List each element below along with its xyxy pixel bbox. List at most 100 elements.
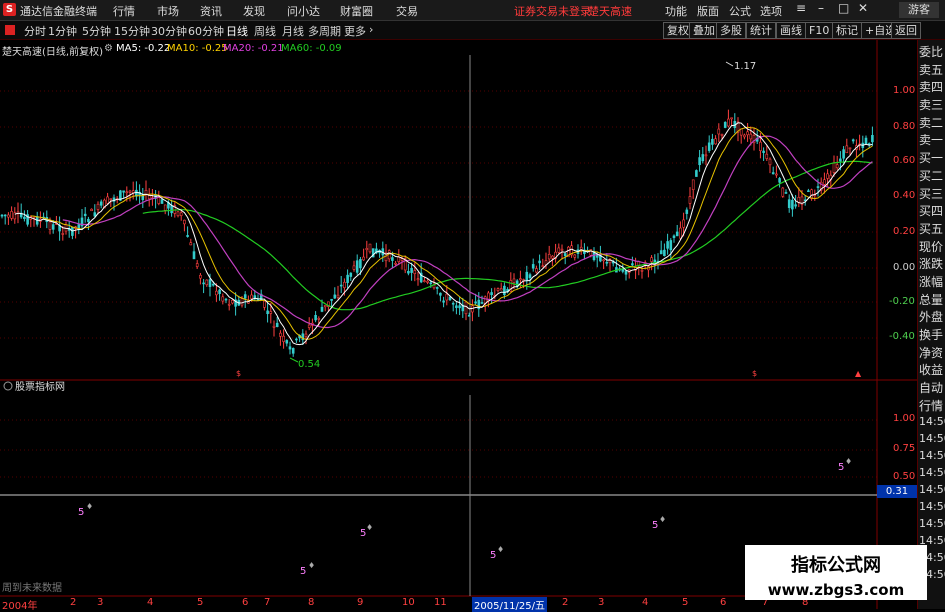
tab-intraday[interactable]: 分时 xyxy=(24,23,46,39)
side-panel-item[interactable]: 自动 xyxy=(919,380,945,398)
side-panel-item: 买一 xyxy=(919,151,944,166)
x-axis-label: 2 xyxy=(562,597,569,608)
menu-item-quotes[interactable]: 行情 xyxy=(113,3,135,19)
x-axis-label: 4 xyxy=(147,597,154,608)
tab-15min[interactable]: 15分钟 xyxy=(114,23,150,39)
side-panel-item: 买二 xyxy=(919,168,944,183)
back-button[interactable]: 返回 xyxy=(891,22,921,39)
mark-button[interactable]: 标记 xyxy=(832,22,862,39)
overlay-button[interactable]: 叠加 xyxy=(689,22,719,39)
side-time-item: 14:50 xyxy=(919,483,945,497)
side-panel-item: 买五 xyxy=(919,221,944,236)
menu-item-news[interactable]: 资讯 xyxy=(200,3,222,19)
maximize-icon[interactable]: □ xyxy=(838,1,849,15)
svg-text:$: $ xyxy=(236,369,241,378)
menu-item-assistant[interactable]: 问小达 xyxy=(287,3,320,19)
app-logo-icon: S xyxy=(3,3,16,16)
layout-toggle-icon[interactable] xyxy=(5,25,15,35)
side-panel-item: 卖二 xyxy=(919,115,944,130)
tab-1min[interactable]: 1分钟 xyxy=(48,23,77,39)
f10-button[interactable]: F10 xyxy=(805,22,834,39)
x-axis-label: 9 xyxy=(357,597,364,608)
side-panel-item: 外盘 xyxy=(919,310,944,325)
indicator-settings-icon[interactable] xyxy=(3,381,13,391)
tab-more[interactable]: 更多 xyxy=(344,23,366,39)
svg-text:♦: ♦ xyxy=(366,523,373,532)
axis-label: 0.80 xyxy=(893,121,916,132)
side-time-item: 14:50 xyxy=(919,415,945,429)
tab-5min[interactable]: 5分钟 xyxy=(82,23,111,39)
menu-item-trade[interactable]: 交易 xyxy=(396,3,418,19)
login-notice[interactable]: 证券交易未登录 xyxy=(514,3,591,19)
tab-30min[interactable]: 30分钟 xyxy=(151,23,187,39)
footer-note: 周到未来数据 xyxy=(2,581,62,594)
multi-stock-button[interactable]: 多股 xyxy=(716,22,746,39)
side-time-item: 14:50 xyxy=(919,432,945,446)
side-panel-item: 净资 xyxy=(919,345,944,360)
svg-text:▲: ▲ xyxy=(855,369,862,378)
axis-label: 0.60 xyxy=(893,155,916,166)
stats-button[interactable]: 统计 xyxy=(746,22,776,39)
low-price-label: 0.54 xyxy=(298,359,320,370)
svg-text:5: 5 xyxy=(78,507,84,518)
svg-text:5: 5 xyxy=(490,550,496,561)
x-axis-label: 2004年 xyxy=(2,601,38,612)
x-axis-label: 6 xyxy=(242,597,249,608)
function-button[interactable]: 功能 xyxy=(665,3,687,19)
guest-button[interactable]: 游客 xyxy=(899,2,939,18)
tab-multi-period[interactable]: 多周期 xyxy=(308,23,341,39)
menu-item-discover[interactable]: 发现 xyxy=(243,3,265,19)
side-panel-item: 卖四 xyxy=(919,80,944,95)
ma10-line xyxy=(30,126,873,340)
x-axis-label: 7 xyxy=(264,597,271,608)
candlestick-series xyxy=(0,109,874,357)
side-panel-item: 委比 xyxy=(919,45,944,59)
close-icon[interactable]: ✕ xyxy=(858,1,868,15)
svg-text:♦: ♦ xyxy=(659,515,666,524)
svg-text:♦: ♦ xyxy=(86,502,93,511)
side-panel-item: 买四 xyxy=(919,204,944,219)
x-axis-label: 3 xyxy=(598,597,605,608)
x-axis-label: 3 xyxy=(97,597,104,608)
axis-label: 0.00 xyxy=(893,262,916,273)
kline-chart[interactable]: 1.17 0.54 $ $ ▲ 股票指标网 5♦ 5♦ 5♦ 5♦ 5♦ 5♦ … xyxy=(0,40,917,609)
options-button[interactable]: 选项 xyxy=(760,3,782,19)
title-bar: S 通达信金融终端 行情 市场 资讯 发现 问小达 财富圈 交易 证券交易未登录… xyxy=(0,0,945,21)
high-price-label: 1.17 xyxy=(734,61,756,72)
side-panel-item: 卖三 xyxy=(919,98,944,113)
watermark-banner: 指标公式网 www.zbgs3.com xyxy=(745,545,927,600)
axis-label: -0.40 xyxy=(889,331,915,342)
minimize-icon[interactable]: – xyxy=(818,1,824,15)
side-time-item: 14:50 xyxy=(919,500,945,514)
chevron-right-icon[interactable]: › xyxy=(369,23,373,36)
menu-icon[interactable]: ≡ xyxy=(796,1,806,15)
indicator-axis-label: 0.50 xyxy=(893,471,916,482)
axis-label: 0.40 xyxy=(893,190,916,201)
layout-button[interactable]: 版面 xyxy=(697,3,719,19)
side-time-item: 14:50 xyxy=(919,517,945,531)
side-panel-item: 现价 xyxy=(919,239,944,254)
side-panel-item: 换手 xyxy=(919,328,944,342)
x-axis-label: 5 xyxy=(682,597,689,608)
svg-text:$: $ xyxy=(752,369,757,378)
axis-label: 0.20 xyxy=(893,226,916,237)
tab-daily[interactable]: 日线 xyxy=(226,23,248,39)
x-axis-label: 11 xyxy=(434,597,447,608)
axis-label: 1.00 xyxy=(893,85,916,96)
indicator-current-value: 0.31 xyxy=(877,485,917,498)
x-axis-label: 2 xyxy=(70,597,77,608)
svg-text:5: 5 xyxy=(652,520,658,531)
x-axis-label: 8 xyxy=(308,597,315,608)
draw-button[interactable]: 画线 xyxy=(776,22,806,39)
side-panel-item[interactable]: 行情 xyxy=(919,398,945,416)
indicator-title: 股票指标网 xyxy=(15,380,65,393)
indicator-axis-label: 0.75 xyxy=(893,443,916,454)
tab-monthly[interactable]: 月线 xyxy=(282,23,304,39)
app-title: 通达信金融终端 xyxy=(20,5,97,18)
tab-60min[interactable]: 60分钟 xyxy=(188,23,224,39)
menu-item-market[interactable]: 市场 xyxy=(157,3,179,19)
tab-weekly[interactable]: 周线 xyxy=(254,23,276,39)
formula-button[interactable]: 公式 xyxy=(729,3,751,19)
menu-item-wealth[interactable]: 财富圈 xyxy=(340,3,373,19)
svg-text:5: 5 xyxy=(300,566,306,577)
